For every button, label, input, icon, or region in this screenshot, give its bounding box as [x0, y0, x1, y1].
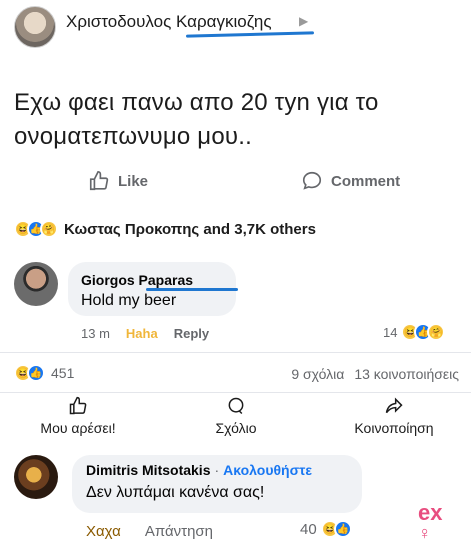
embedded-post: Χριστοδουλος Καραγκιοζης ▶ Εχω φαει πανω…	[0, 0, 471, 352]
annotation-underline-reply	[146, 288, 238, 291]
author-name[interactable]: Χριστοδουλος Καραγκιοζης	[66, 12, 272, 32]
thumbs-up-icon	[89, 171, 109, 191]
comments-count[interactable]: 9 σχόλια	[291, 366, 344, 382]
post-reaction-icons: 😆 👍	[14, 364, 45, 382]
comment-reaction-number: 40	[300, 520, 317, 538]
post-stats: 😆 👍 451 9 σχόλια 13 κοινοποιήσεις	[0, 362, 471, 386]
like-label: Like	[118, 172, 149, 190]
reaction-icons: 😆 👍 🤗	[14, 220, 58, 238]
reply-reaction-number: 14	[383, 324, 398, 340]
comment-reaction-icons: 😆 👍	[320, 520, 352, 538]
caret-right-icon: ▶	[299, 14, 309, 28]
like-action-label: Μου αρέσει!	[40, 420, 116, 436]
comment-haha-button[interactable]: Χαχα	[86, 523, 121, 540]
separator-dot: ·	[214, 462, 220, 478]
comment-icon	[228, 397, 244, 415]
reactions-summary[interactable]: 😆 👍 🤗 Κωστας Προκοπης and 3,7K others	[14, 220, 316, 238]
divider	[0, 352, 471, 353]
like-reaction-icon: 👍	[333, 520, 352, 538]
comment-button[interactable]: Comment	[301, 170, 400, 192]
comment-text: Δεν λυπάμαι κανένα σας!	[86, 484, 265, 501]
care-reaction-icon: 🤗	[427, 323, 446, 341]
comment-label: Comment	[331, 172, 401, 190]
shares-count[interactable]: 13 κοινοποιήσεις	[354, 366, 459, 382]
reactions-text: Κωστας Προκοπης and 3,7K others	[64, 220, 316, 238]
share-icon	[385, 397, 403, 414]
reply-avatar[interactable]	[14, 262, 58, 306]
comment-action-label: Σχόλιο	[215, 420, 257, 436]
reply-meta: 13 m Haha Reply	[81, 326, 209, 341]
like-button[interactable]: Like	[88, 170, 148, 192]
female-symbol-icon: ♀	[418, 523, 432, 543]
divider	[0, 392, 471, 393]
comment-icon	[302, 171, 322, 190]
reply-time: 13 m	[81, 326, 110, 341]
post-counts: 9 σχόλια 13 κοινοποιήσεις	[291, 366, 459, 382]
reply-reply-button[interactable]: Reply	[174, 326, 209, 341]
comment-reaction-count[interactable]: 40 😆 👍	[300, 520, 352, 538]
share-action-button[interactable]: Κοινοποίηση	[324, 396, 464, 436]
author-avatar[interactable]	[14, 6, 56, 48]
like-reaction-icon: 👍	[27, 364, 45, 382]
share-action-label: Κοινοποίηση	[354, 420, 434, 436]
reply-reaction-count[interactable]: 14 😆 👍 🤗	[383, 323, 446, 341]
post-reaction-count: 451	[51, 365, 75, 381]
post-text: Εχω φαει πανω απο 20 τyn για το ονοματεπ…	[14, 89, 379, 150]
post-action-row: Like Comment	[0, 170, 471, 200]
commenter-avatar[interactable]	[14, 455, 58, 499]
post-reactions[interactable]: 😆 👍 451	[14, 364, 74, 382]
annotation-underline	[185, 31, 315, 38]
reply-haha-button[interactable]: Haha	[126, 326, 158, 341]
comment-meta: Χαχα Απάντηση	[86, 523, 213, 540]
commenter-name[interactable]: Dimitris Mitsotakis	[86, 462, 210, 478]
comment-action-button[interactable]: Σχόλιο	[166, 396, 306, 436]
like-action-button[interactable]: Μου αρέσει!	[8, 396, 148, 436]
reply-text: Hold my beer	[81, 292, 177, 309]
care-reaction-icon: 🤗	[40, 220, 58, 238]
post-actions: Μου αρέσει! Σχόλιο Κοινοποίηση	[0, 396, 471, 444]
follow-button[interactable]: Ακολουθήστε	[223, 462, 312, 478]
reply-author[interactable]: Giorgos Paparas	[81, 272, 193, 288]
comment-reply-button[interactable]: Απάντηση	[145, 523, 213, 540]
comment-header: Dimitris Mitsotakis · Ακολουθήστε	[86, 462, 312, 478]
thumbs-up-icon	[69, 396, 87, 415]
reply-reaction-icons: 😆 👍 🤗	[401, 323, 446, 341]
